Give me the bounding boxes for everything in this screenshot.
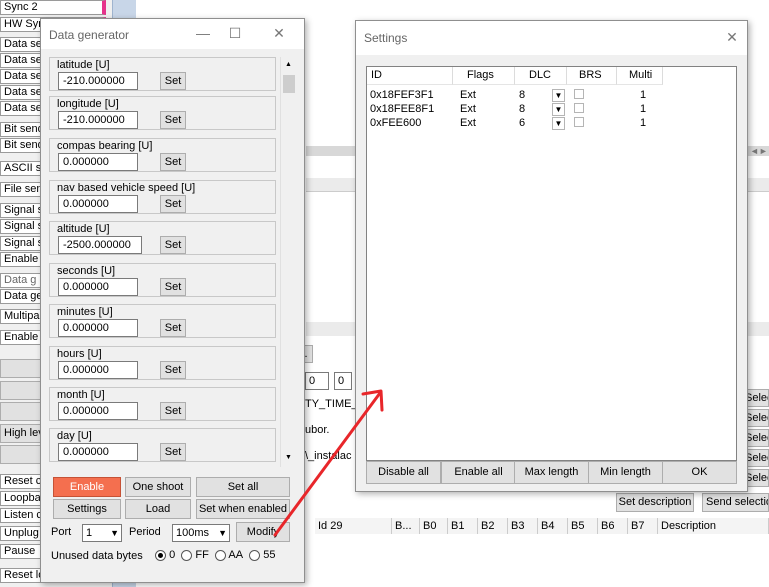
arrow-line: [273, 391, 382, 537]
annotation-arrow: [273, 389, 384, 537]
